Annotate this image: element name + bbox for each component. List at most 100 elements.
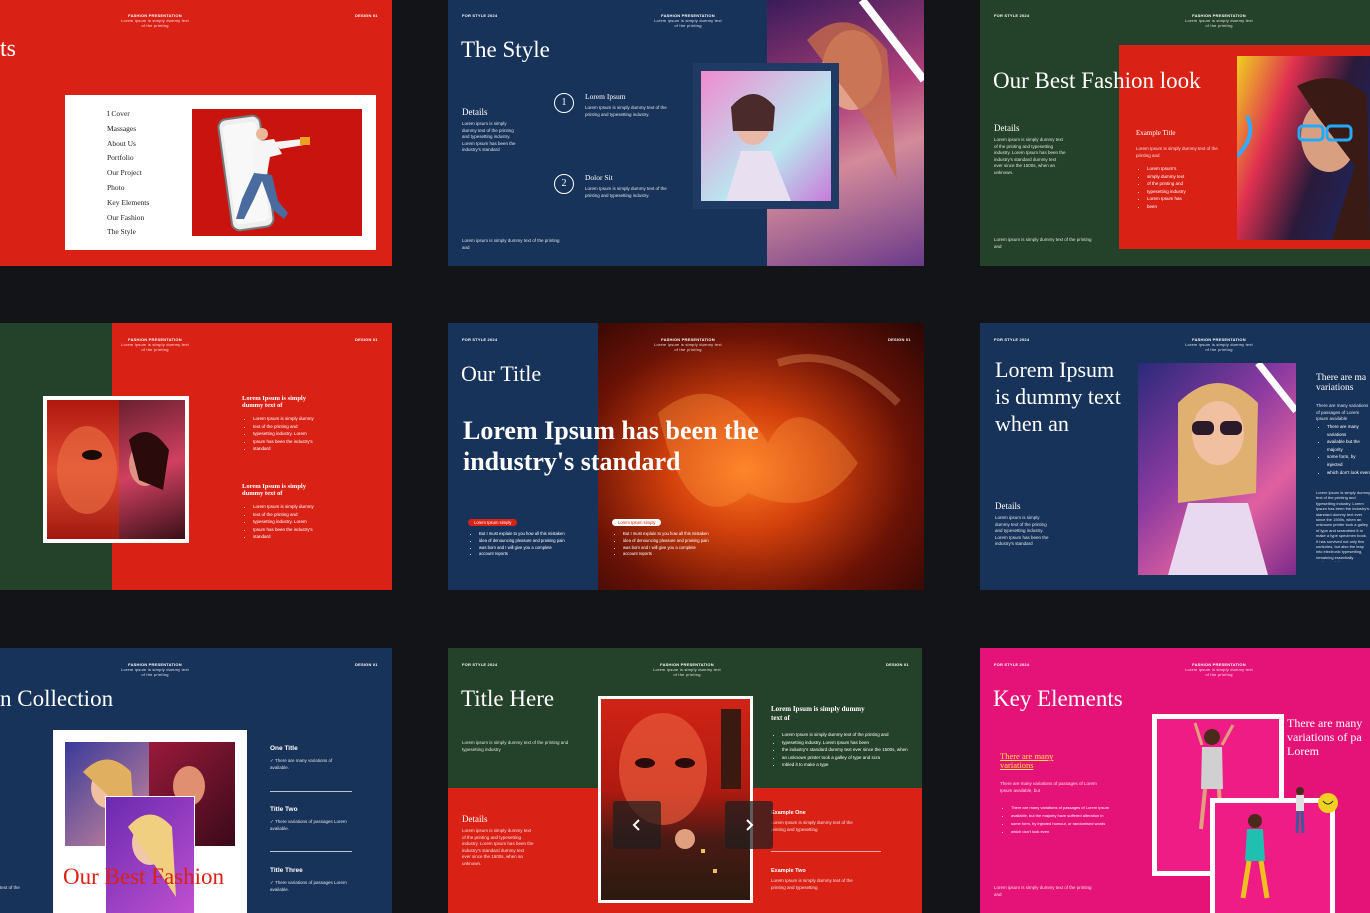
- menu-item[interactable]: Portfolio: [107, 151, 149, 166]
- menu-item[interactable]: Key Elements: [107, 196, 149, 211]
- headline: Lorem Ipsum has been the industry's stan…: [463, 416, 759, 476]
- item-text: There variations of passages Lorem avail…: [270, 880, 347, 892]
- bullet-list: Lorem Ipsum is simply dummy text of the …: [775, 731, 908, 769]
- bullet-item: typesetting industry: [1147, 188, 1186, 196]
- bullet-item: Lorem Ipsum is simply dummy: [253, 503, 314, 511]
- brand-sub: of the printing: [673, 672, 701, 677]
- body-text: There are many variations of passages of…: [1000, 781, 1097, 793]
- slide-6-lorem-ipsum[interactable]: FOR STYLE 2024 FASHION PRESENTATION Lorem…: [980, 323, 1370, 590]
- bullet-item: Ipsum has been the industry's: [253, 438, 314, 446]
- menu-item[interactable]: The Style: [107, 225, 149, 240]
- next-slide-button[interactable]: [725, 801, 773, 849]
- image-caption: Our Best Fashion: [63, 864, 224, 889]
- portrait-frame: [598, 696, 753, 903]
- bullet-item: was born and I will give you a complete: [623, 545, 709, 552]
- menu-item[interactable]: I Cover: [107, 107, 149, 122]
- example-title: Example Two: [771, 868, 806, 874]
- bullet-item: was born and I will give you a complete: [479, 545, 565, 552]
- bullet-item: typesetting industry. Lorem: [253, 430, 314, 438]
- bullet-item: some form, by injected: [1327, 453, 1370, 468]
- slide-1-contents[interactable]: FASHION PRESENTATION Lorem ipsum is simpl…: [0, 0, 392, 266]
- bullet-item: Lorem Ipsum is simply dummy: [253, 415, 314, 423]
- inset-portrait-photo: [701, 71, 831, 201]
- bullet-item: But I must explain to you how all this m…: [623, 531, 709, 538]
- slide-header-brand: FASHION PRESENTATION Lorem ipsum is simpl…: [643, 13, 733, 28]
- design-label: DESIGN 01: [355, 13, 378, 18]
- red-face-photo: [601, 699, 750, 900]
- slide-header-brand: FASHION PRESENTATION Lorem ipsum is simpl…: [642, 662, 732, 677]
- bullet-item: of the printing and: [1147, 180, 1186, 188]
- night-portrait-photo: [119, 400, 185, 539]
- bullet-item: which don't look even: [1327, 469, 1370, 477]
- bullet-list: Lorem Ipsum is simply dummytext of the p…: [246, 415, 314, 453]
- slide-title: Our Title: [461, 361, 542, 386]
- menu-card: I Cover Massages About Us Portfolio Our Proj…: [65, 95, 376, 250]
- slide-2-the-style[interactable]: FOR STYLE 2024 FASHION PRESENTATION Lorem…: [448, 0, 924, 266]
- brand-sub: of the printing: [141, 23, 169, 28]
- brand-sub: of the printing: [141, 672, 169, 677]
- slide-5-our-title[interactable]: FOR STYLE 2024 FASHION PRESENTATION Lorem…: [448, 323, 924, 590]
- slide-9-key-elements[interactable]: FOR STYLE 2024 FASHION PRESENTATION Lorem…: [980, 648, 1370, 913]
- example-title: Example One: [771, 810, 806, 816]
- footer-text: Lorem ipsum is simply dummy text of the …: [462, 238, 560, 250]
- details-text: Lorem ipsum is simply dummy text of the …: [995, 515, 1049, 546]
- bullet-item: typesetting industry. Lorem: [253, 518, 314, 526]
- item-title: One Title: [270, 745, 298, 752]
- bullet-item: idea of denouncing pleasure and praising…: [479, 538, 565, 545]
- slide-8-title-here[interactable]: FOR STYLE 2024 FASHION PRESENTATION Lorem…: [448, 648, 922, 913]
- style-label: FOR STYLE 2024: [994, 13, 1030, 18]
- collage-photo-3: [105, 796, 195, 913]
- bullet-item: account reports: [623, 551, 709, 558]
- item-text: There variations of passages Lorem avail…: [270, 819, 347, 831]
- step-text: Lorem Ipsum is simply dummy text of the …: [585, 186, 667, 198]
- bullet-item: available, but the majority have suffere…: [1011, 812, 1109, 820]
- slide-header-brand: FASHION PRESENTATION Lorem ipsum is simpl…: [110, 13, 200, 28]
- details-heading: Details: [994, 123, 1020, 133]
- divider: [771, 851, 881, 852]
- chevron-left-icon: [632, 819, 640, 831]
- block-title: Lorem Ipsum is simply dummy text of: [771, 705, 865, 722]
- subtitle: There are many variations: [1000, 751, 1054, 770]
- slide-7-collection[interactable]: FASHION PRESENTATION Lorem ipsum is simpl…: [0, 648, 392, 913]
- menu-item[interactable]: Massages: [107, 122, 149, 137]
- brand-sub: of the printing: [1205, 672, 1233, 677]
- side-title: There are ma variations: [1316, 373, 1367, 393]
- bullet-item: idea of denouncing pleasure and praising…: [623, 538, 709, 545]
- menu-item[interactable]: Photo: [107, 181, 149, 196]
- pill-label: Lorem Ipsum simply: [468, 519, 518, 526]
- details-text: Lorem ipsum is simply dummy text of the …: [462, 121, 516, 152]
- brand-sub: of the printing: [674, 23, 702, 28]
- prev-slide-button[interactable]: [613, 801, 661, 849]
- design-label: DESIGN 01: [886, 662, 909, 667]
- design-label: DESIGN 01: [888, 337, 911, 342]
- bullet-item: an unknown printer took a galley of type…: [782, 754, 908, 762]
- menu-item[interactable]: Our Fashion: [107, 211, 149, 226]
- step-text: Lorem Ipsum is simply dummy text of the …: [585, 105, 667, 117]
- step-title: Dolor Sit: [585, 173, 613, 182]
- style-label: FOR STYLE 2024: [994, 337, 1030, 342]
- bullet-item: some form, by injected humour, or random…: [1011, 820, 1109, 828]
- style-label: FOR STYLE 2024: [994, 662, 1030, 667]
- brand-sub: of the printing: [1205, 23, 1233, 28]
- brand-sub: of the printing: [141, 347, 169, 352]
- menu-item[interactable]: Our Project: [107, 166, 149, 181]
- details-heading: Details: [462, 107, 488, 117]
- block-title: Lorem Ipsum is simply dummy text of: [242, 395, 306, 409]
- example-text: Lorem Ipsum is simply dummy text of the …: [771, 878, 853, 890]
- slide-header-brand: FASHION PRESENTATION Lorem ipsum is simpl…: [643, 337, 733, 352]
- bullet-item: Lorem Ipsum is simply dummy text of the …: [782, 731, 908, 739]
- intro-text: Lorem ipsum is simply dummy text of the …: [462, 740, 569, 752]
- step-title: Lorem Ipsum: [585, 92, 626, 101]
- bullet-list: There are many variations of passages of…: [1004, 804, 1109, 836]
- footer-text: text of the: [0, 885, 20, 890]
- bullet-item: standard: [253, 533, 314, 541]
- glasses-portrait-photo: [1138, 360, 1299, 575]
- slide-header-brand: FASHION PRESENTATION Lorem ipsum is simpl…: [110, 662, 200, 677]
- slide-4-portraits[interactable]: FASHION PRESENTATION Lorem ipsum is simpl…: [0, 323, 392, 590]
- menu-item[interactable]: About Us: [107, 137, 149, 152]
- footer-text: Lorem ipsum is simply dummy text of the …: [994, 885, 1092, 897]
- bullet-item: been: [1147, 203, 1186, 211]
- slide-3-best-fashion-look[interactable]: FOR STYLE 2024 FASHION PRESENTATION Lorem…: [980, 0, 1370, 266]
- example-title: Example Title: [1136, 129, 1176, 137]
- brand-sub: of the printing: [674, 347, 702, 352]
